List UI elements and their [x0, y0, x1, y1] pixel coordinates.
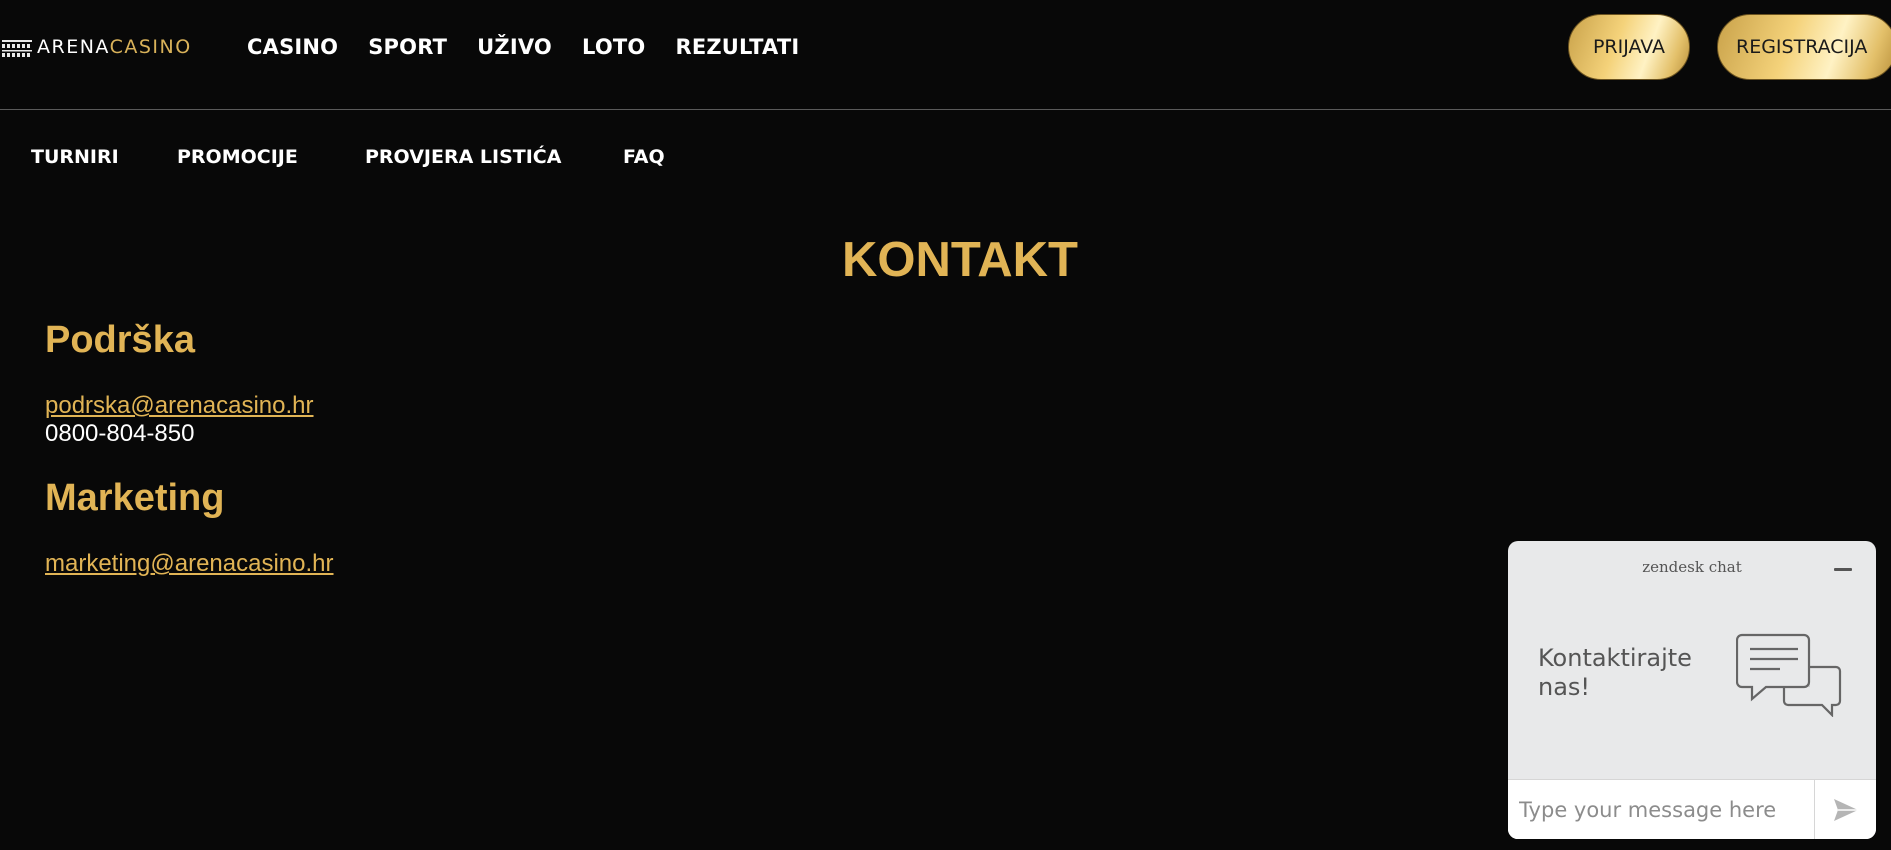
- arena-casino-logo[interactable]: ARENACASINO: [0, 34, 192, 60]
- send-icon: [1833, 799, 1858, 821]
- marketing-email-link[interactable]: marketing@arenacasino.hr: [45, 549, 334, 579]
- chat-input-row: [1508, 779, 1876, 839]
- nav-loto[interactable]: LOTO: [582, 30, 645, 64]
- colosseum-logo-icon: [2, 40, 32, 57]
- page-title: KONTAKT: [842, 233, 1078, 287]
- login-button[interactable]: PRIJAVA: [1568, 14, 1690, 80]
- main-nav: CASINO SPORT UŽIVO LOTO REZULTATI: [247, 30, 829, 64]
- zendesk-chat-widget[interactable]: zendesk chat Kontaktirajte nas!: [1508, 541, 1876, 839]
- minimize-icon[interactable]: [1834, 568, 1852, 571]
- logo-text: ARENACASINO: [37, 34, 192, 60]
- subnav-turniri[interactable]: TURNIRI: [31, 138, 119, 176]
- chat-header-title: zendesk chat: [1642, 558, 1742, 576]
- logo-text-arena: ARENA: [37, 36, 110, 58]
- top-header: ARENACASINO CASINO SPORT UŽIVO LOTO REZU…: [0, 0, 1891, 110]
- nav-casino[interactable]: CASINO: [247, 30, 338, 64]
- chat-prompt: Kontaktirajte nas!: [1538, 644, 1692, 701]
- support-email-link[interactable]: podrska@arenacasino.hr: [45, 391, 314, 421]
- support-heading: Podrška: [45, 319, 195, 361]
- marketing-heading: Marketing: [45, 477, 225, 519]
- nav-sport[interactable]: SPORT: [368, 30, 447, 64]
- nav-uzivo[interactable]: UŽIVO: [477, 30, 552, 64]
- chat-bubbles-icon: [1736, 633, 1842, 717]
- chat-message-input[interactable]: [1508, 780, 1815, 839]
- register-button[interactable]: REGISTRACIJA: [1717, 14, 1891, 80]
- subnav-faq[interactable]: FAQ: [623, 138, 665, 176]
- logo-text-casino: CASINO: [109, 36, 192, 58]
- subnav-promocije[interactable]: PROMOCIJE: [177, 138, 298, 176]
- subnav-provjera-listica[interactable]: PROVJERA LISTIĆA: [365, 138, 561, 176]
- support-phone: 0800-804-850: [45, 420, 195, 447]
- nav-rezultati[interactable]: REZULTATI: [675, 30, 799, 64]
- send-button[interactable]: [1815, 780, 1876, 839]
